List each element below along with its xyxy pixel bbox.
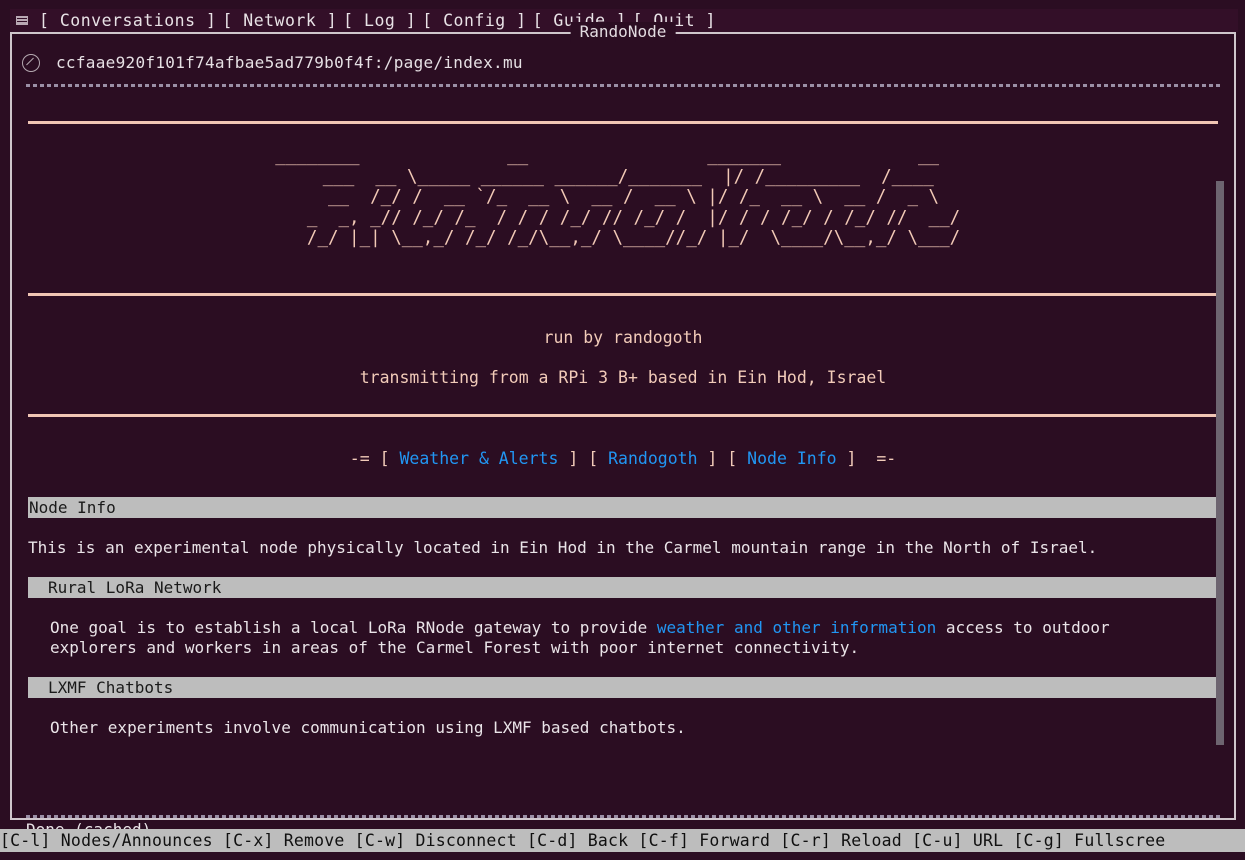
ascii-banner: ________ __ _______ __ ___ __ \_____ ___…	[275, 146, 961, 248]
status-divider	[26, 815, 1220, 818]
rule-under-byline	[28, 413, 1218, 417]
url-divider	[26, 84, 1220, 87]
section-paragraph-node-info: This is an experimental node physically …	[28, 537, 1098, 557]
transmitting-line: transmitting from a RPi 3 B+ based in Ei…	[359, 367, 887, 387]
nav-prefix: -= [	[349, 448, 400, 468]
byline: run by randogoth	[543, 327, 703, 347]
page-scroll-inner: ________ __ _______ __ ___ __ \_____ ___…	[14, 121, 1232, 745]
rule-top	[28, 121, 1218, 124]
page-content: ________ __ _______ __ ___ __ \_____ ___…	[14, 91, 1232, 745]
window-title: RandoNode	[570, 22, 676, 42]
nav-sep-2: ] [	[697, 448, 748, 468]
section-header-rural-lora-network: Rural LoRa Network	[28, 576, 1216, 598]
nav-link-node-info[interactable]: Node Info	[747, 449, 836, 468]
menu-item-network[interactable]: [ Network ]	[219, 11, 340, 31]
bottom-cut-text	[0, 852, 1245, 856]
hotkey-footer-text: [C-l] Nodes/Announces [C-x] Remove [C-w]…	[0, 831, 1166, 850]
section-paragraph-lxmf-a: Other experiments involve communication …	[50, 717, 686, 737]
section-header-lxmf-chatbots: LXMF Chatbots	[28, 676, 1216, 698]
nav-links-row: -= [ Weather & Alerts ] [ Randogoth ] [ …	[14, 449, 1232, 469]
bottom-cut-row	[0, 852, 1245, 860]
section-paragraph-rural-lora-network: One goal is to establish a local LoRa RN…	[28, 618, 1216, 658]
nav-sep-1: ] [	[558, 448, 609, 468]
nav-link-weather-alerts[interactable]: Weather & Alerts	[399, 449, 558, 468]
section-header-node-info: Node Info	[28, 496, 1216, 518]
inline-link-weather-information[interactable]: weather and other information	[657, 618, 936, 637]
menu-item-config[interactable]: [ Config ]	[419, 11, 529, 31]
url-input[interactable]: ccfaae920f101f74afbae5ad779b0f4f:/page/i…	[56, 53, 523, 73]
hotkey-footer-bar: [C-l] Nodes/Announces [C-x] Remove [C-w]…	[0, 829, 1245, 852]
window-menu-icon[interactable]	[16, 16, 28, 25]
url-bar[interactable]: ccfaae920f101f74afbae5ad779b0f4f:/page/i…	[14, 50, 1232, 76]
nav-link-randogoth[interactable]: Randogoth	[608, 449, 697, 468]
rule-under-banner	[28, 292, 1218, 296]
terminal-screen: [ Conversations ] [ Network ] [ Log ] [ …	[0, 0, 1245, 860]
no-entry-icon	[22, 54, 40, 72]
lora-text-pre: One goal is to establish a local LoRa RN…	[50, 617, 657, 637]
vertical-scrollbar[interactable]	[1216, 181, 1224, 745]
menu-item-conversations[interactable]: [ Conversations ]	[36, 11, 219, 31]
browser-window: RandoNode ccfaae920f101f74afbae5ad779b0f…	[10, 22, 1236, 839]
menu-item-log[interactable]: [ Log ]	[340, 11, 419, 31]
nav-suffix: ] =-	[836, 448, 897, 468]
